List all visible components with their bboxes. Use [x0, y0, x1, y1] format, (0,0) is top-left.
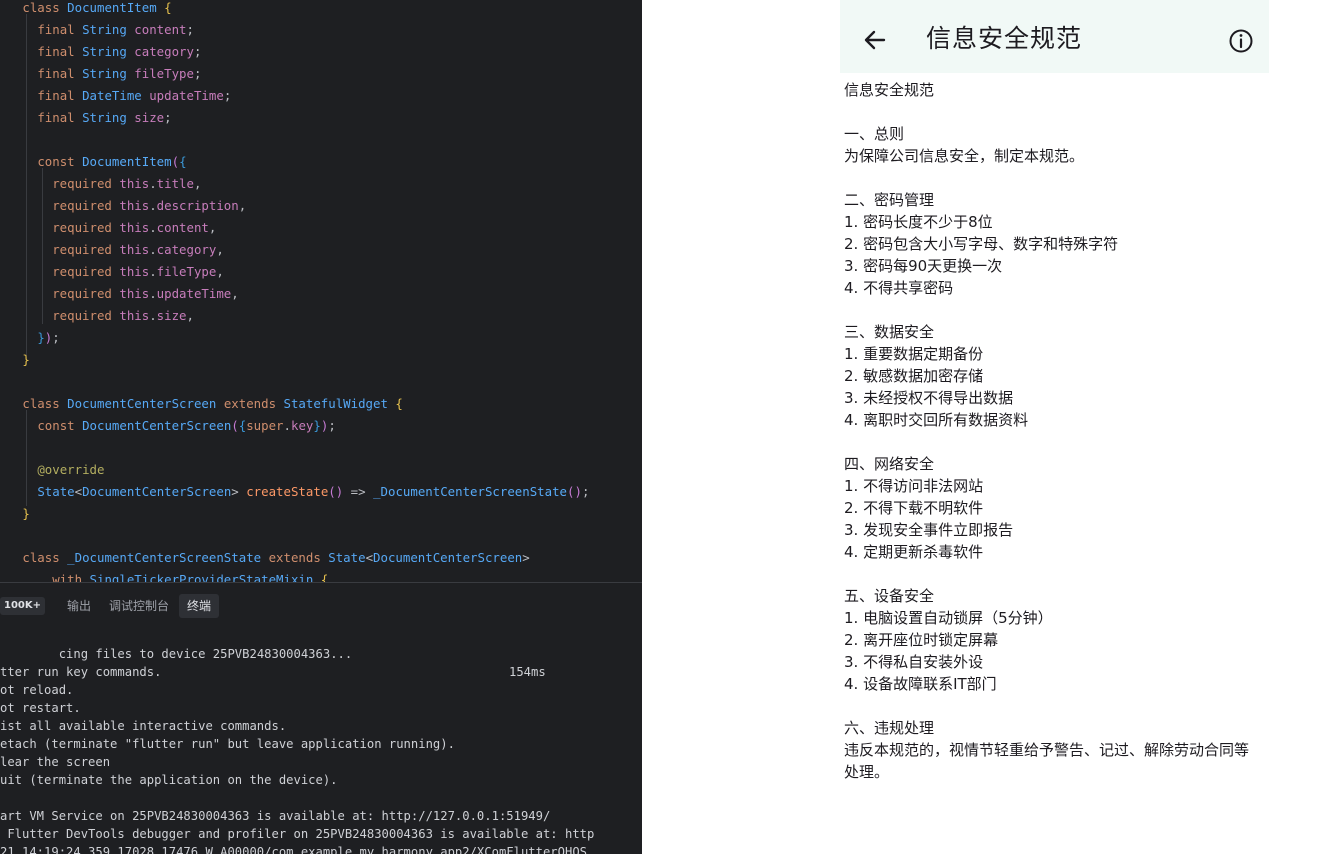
code-line: final String content;	[37, 22, 194, 37]
code-line: }	[22, 352, 30, 367]
document-line: 3. 发现安全事件立即报告	[844, 521, 1014, 539]
app-bar: 信息安全规范	[840, 0, 1269, 73]
code-line: with SingleTickerProviderStateMixin {	[52, 572, 329, 582]
terminal-line: etach (terminate "flutter run" but leave…	[0, 737, 455, 751]
document-content: 信息安全规范 一、总则为保障公司信息安全，制定本规范。 二、密码管理 1. 密码长度不…	[844, 79, 1269, 783]
tab-debug-console[interactable]: 调试控制台	[101, 594, 177, 618]
code-line: const DocumentItem({	[37, 154, 187, 169]
tab-terminal[interactable]: 终端	[179, 594, 220, 618]
document-line: 1. 密码长度不少于8位	[844, 213, 993, 231]
document-line: 4. 离职时交回所有数据资料	[844, 411, 1029, 429]
terminal-line: art VM Service on 25PVB24830004363 is av…	[0, 809, 551, 823]
document-line: 3. 未经授权不得导出数据	[844, 389, 1014, 407]
document-line: 2. 密码包含大小写字母、数字和特殊字符	[844, 235, 1119, 253]
code-line: });	[37, 330, 60, 345]
terminal-line: uit (terminate the application on the de…	[0, 773, 338, 787]
document-line: 三、数据安全	[844, 323, 935, 341]
code-line: const DocumentCenterScreen({super.key});	[37, 418, 336, 433]
code-line: required this.title,	[52, 176, 202, 191]
code-line: final String size;	[37, 110, 172, 125]
document-line: 1. 不得访问非法网站	[844, 477, 984, 495]
document-line: 4. 不得共享密码	[844, 279, 954, 297]
document-line: 违反本规范的，视情节轻重给予警告、记过、解除劳动合同等	[844, 741, 1250, 759]
code-line: class DocumentItem {	[22, 0, 172, 15]
document-line: 2. 敏感数据加密存储	[844, 367, 984, 385]
panel-tabs: 100K+ 输出 调试控制台 终端	[0, 593, 221, 619]
document-line: 3. 不得私自安装外设	[844, 653, 984, 671]
code-line: @override	[37, 462, 105, 477]
code-line: required this.updateTime,	[52, 286, 239, 301]
document-line: 4. 设备故障联系IT部门	[844, 675, 997, 693]
tab-output[interactable]: 输出	[59, 594, 99, 618]
document-line: 1. 重要数据定期备份	[844, 345, 984, 363]
document-line: 五、设备安全	[844, 587, 935, 605]
code-line: required this.category,	[52, 242, 224, 257]
sync-message: cing files to device 25PVB24830004363...	[58, 647, 353, 661]
terminal-line: tter run key commands.	[0, 665, 162, 679]
code-editor[interactable]: class DocumentItem { final String conten…	[0, 0, 642, 582]
code-line: class DocumentCenterScreen extends State…	[22, 396, 403, 411]
document-line: 2. 不得下载不明软件	[844, 499, 984, 517]
code-line: final String category;	[37, 44, 202, 59]
terminal-line: cing files to device 25PVB24830004363...…	[0, 627, 546, 679]
terminal-line: 21 14:19:24.359 17028 17476 W A00000/com…	[0, 845, 587, 854]
code-line: }	[22, 506, 30, 521]
document-line: 处理。	[844, 763, 890, 781]
code-line: required this.description,	[52, 198, 247, 213]
back-button[interactable]	[858, 22, 890, 56]
terminal-line: ot reload.	[0, 683, 74, 697]
document-line: 2. 离开座位时锁定屏幕	[844, 631, 999, 649]
code-line: final DateTime updateTime;	[37, 88, 232, 103]
arrow-back-icon	[864, 30, 886, 50]
info-button[interactable]	[1226, 26, 1256, 56]
info-outline-icon	[1229, 29, 1253, 53]
terminal-line: Flutter DevTools debugger and profiler o…	[0, 827, 595, 841]
ide-window: class DocumentItem { final String conten…	[0, 0, 642, 854]
code-line: required this.size,	[52, 308, 194, 323]
app-screen: 信息安全规范 信息安全规范 一、总则 为保障公司信息安全，制定本规范。 二、密码管理 1…	[840, 0, 1269, 854]
code-line: State<DocumentCenterScreen> createState(…	[37, 484, 590, 499]
code-line: final String fileType;	[37, 66, 202, 81]
code-line: required this.fileType,	[52, 264, 224, 279]
code-line: required this.content,	[52, 220, 217, 235]
terminal-line: lear the screen	[0, 755, 111, 769]
bottom-panel: 100K+ 输出 调试控制台 终端 cing files to device 2…	[0, 582, 642, 854]
line-count-badge: 100K+	[0, 597, 46, 615]
document-line: 四、网络安全	[844, 455, 935, 473]
document-line: 4. 定期更新杀毒软件	[844, 543, 984, 561]
terminal-line: ist all available interactive commands.	[0, 719, 287, 733]
document-line: 信息安全规范	[844, 81, 935, 99]
page-title: 信息安全规范	[926, 24, 1083, 53]
document-line: 3. 密码每90天更换一次	[844, 257, 1003, 275]
document-line: 一、总则	[844, 125, 905, 143]
terminal-line: ot restart.	[0, 701, 81, 715]
sync-time: 154ms	[509, 665, 546, 679]
document-line: 二、密码管理	[844, 191, 935, 209]
document-line: 六、违规处理	[844, 719, 935, 737]
document-line: 1. 电脑设置自动锁屏（5分钟）	[844, 609, 1053, 627]
code-line: class _DocumentCenterScreenState extends…	[22, 550, 530, 565]
document-line: 为保障公司信息安全，制定本规范。	[844, 147, 1085, 165]
